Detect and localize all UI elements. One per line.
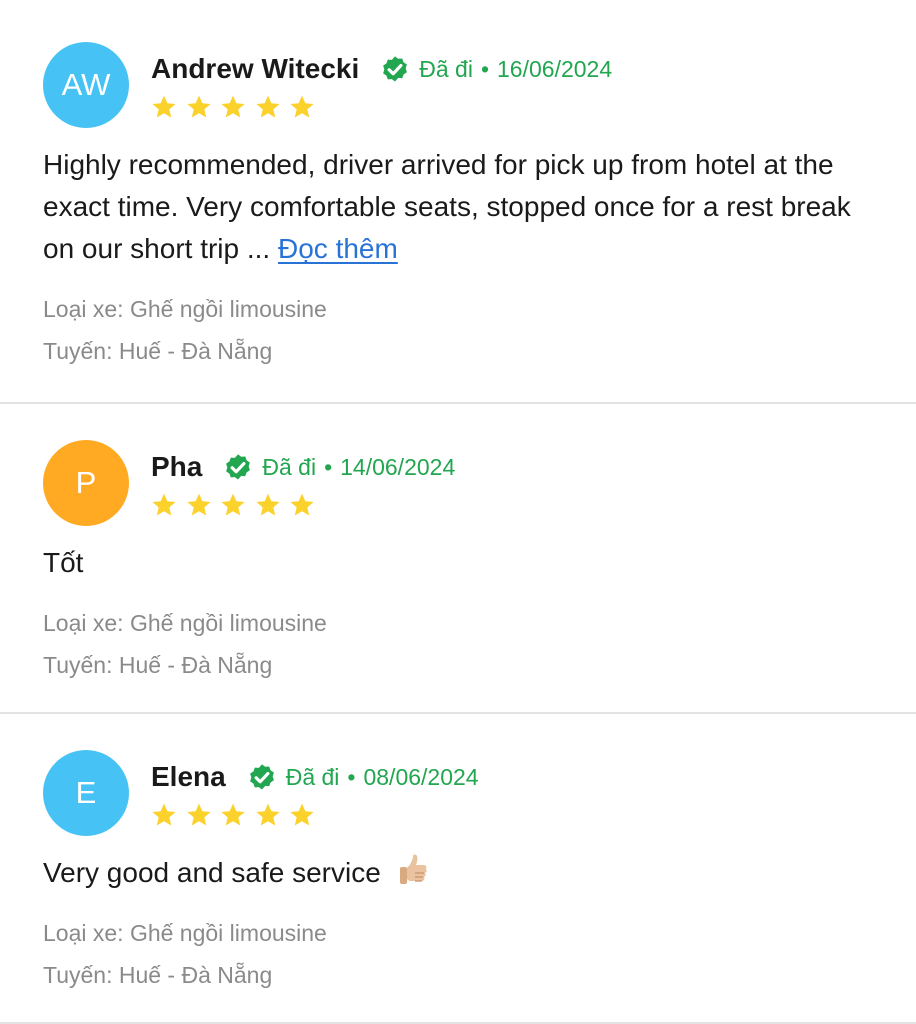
verified-badge-icon	[249, 764, 274, 790]
star-icon	[255, 95, 280, 118]
review-card: P Pha Đã đi • 14/06/2024 Tốt Loại xe: Gh…	[0, 404, 916, 714]
star-icon	[221, 95, 245, 118]
star-icon	[152, 95, 176, 118]
star-icon	[221, 493, 245, 516]
separator: •	[324, 453, 333, 480]
avatar: E	[43, 750, 129, 836]
review-header: P Pha Đã đi • 14/06/2024	[43, 440, 876, 526]
review-body: Tốt	[43, 547, 84, 578]
reviewer-name: Elena	[151, 761, 226, 792]
separator: •	[480, 55, 490, 82]
review-card: AW Andrew Witecki Đã đi • 16/06/2024 Hig…	[0, 0, 916, 404]
vehicle-type: Loại xe: Ghế ngồi limousine	[43, 920, 327, 946]
reviewer-line: Elena Đã đi • 08/06/2024	[151, 758, 479, 796]
star-icon	[186, 95, 211, 118]
route: Tuyến: Huế - Đà Nẵng	[43, 652, 273, 678]
verified-badge-icon	[383, 56, 408, 82]
star-rating	[151, 492, 455, 522]
trip-status: Đã đi	[419, 55, 473, 82]
verified-badge-icon	[226, 454, 251, 480]
trip-status: Đã đi	[262, 453, 317, 480]
read-more-link[interactable]: Đọc thêm	[278, 233, 398, 264]
star-icon	[152, 493, 176, 516]
star-icon	[186, 803, 211, 826]
avatar: AW	[43, 42, 129, 128]
reviewer-name: Pha	[151, 451, 203, 482]
separator: •	[347, 763, 356, 790]
review-text: Highly recommended, driver arrived for p…	[43, 144, 876, 270]
trip-status: Đã đi	[285, 763, 340, 790]
review-text: Very good and safe service	[43, 852, 876, 894]
reviewer-line: Andrew Witecki Đã đi • 16/06/2024	[151, 50, 612, 88]
star-icon	[186, 493, 211, 516]
review-date: 14/06/2024	[340, 453, 456, 480]
star-icon	[290, 803, 314, 826]
star-icon	[255, 803, 280, 826]
route: Tuyến: Huế - Đà Nẵng	[43, 962, 273, 988]
review-body: Highly recommended, driver arrived for p…	[43, 149, 851, 264]
reviewer-line: Pha Đã đi • 14/06/2024	[151, 448, 455, 486]
avatar: P	[43, 440, 129, 526]
reviewer-meta: Pha Đã đi • 14/06/2024	[151, 440, 455, 522]
star-rating	[151, 94, 612, 124]
review-date: 08/06/2024	[363, 763, 479, 790]
star-rating	[151, 802, 479, 832]
reviewer-meta: Elena Đã đi • 08/06/2024	[151, 750, 479, 832]
star-icon	[290, 493, 314, 516]
star-icon	[255, 493, 280, 516]
review-date: 16/06/2024	[497, 55, 613, 82]
review-header: AW Andrew Witecki Đã đi • 16/06/2024	[43, 42, 876, 128]
star-icon	[290, 95, 314, 118]
star-icon	[221, 803, 245, 826]
review-text: Tốt	[43, 542, 876, 584]
review-card: E Elena Đã đi • 08/06/2024 Very good and…	[0, 714, 916, 1024]
review-body: Very good and safe service	[43, 857, 381, 888]
reviewer-meta: Andrew Witecki Đã đi • 16/06/2024	[151, 42, 612, 124]
vehicle-type: Loại xe: Ghế ngồi limousine	[43, 296, 327, 322]
reviewer-name: Andrew Witecki	[151, 53, 360, 84]
review-header: E Elena Đã đi • 08/06/2024	[43, 750, 876, 836]
route: Tuyến: Huế - Đà Nẵng	[43, 338, 273, 364]
star-icon	[152, 803, 176, 826]
vehicle-type: Loại xe: Ghế ngồi limousine	[43, 610, 327, 636]
thumbs-up-icon	[399, 854, 427, 884]
